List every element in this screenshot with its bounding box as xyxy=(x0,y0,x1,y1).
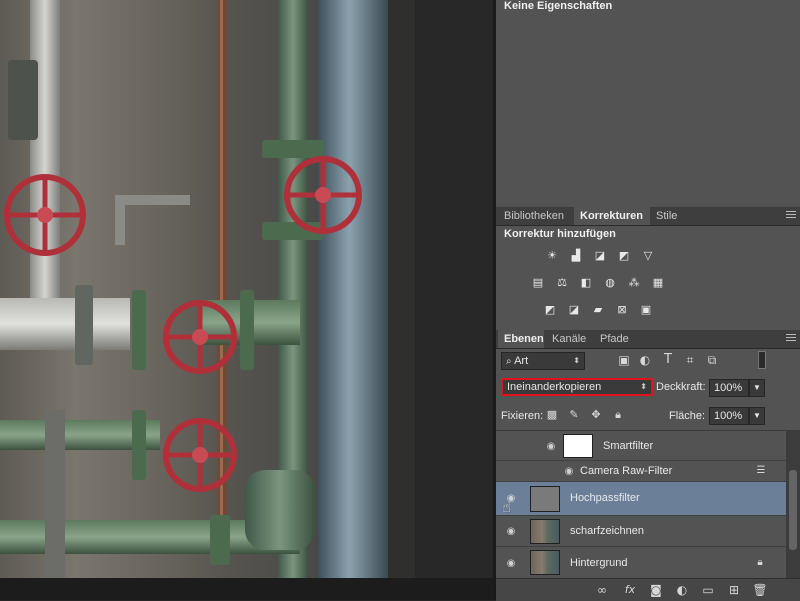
exposure-icon[interactable]: ◩ xyxy=(616,249,632,263)
black-white-icon[interactable]: ◧ xyxy=(578,276,594,290)
filter-adjustment-layers-icon[interactable]: ◐ xyxy=(637,352,653,368)
layer-thumbnail[interactable] xyxy=(530,486,560,512)
chevron-updown-icon: ⬍ xyxy=(573,356,580,365)
hand-cursor-icon: ☝ xyxy=(502,498,512,516)
channel-mixer-icon[interactable]: ⁂ xyxy=(626,276,642,290)
visibility-eye-icon[interactable]: ◉ xyxy=(562,467,576,477)
lock-label: Fixieren: xyxy=(501,410,544,422)
filter-pixel-layers-icon[interactable]: ▣ xyxy=(616,352,632,368)
lock-transparent-pixels-icon[interactable]: ▩ xyxy=(546,409,558,421)
layer-name: Smartfilter xyxy=(603,440,654,452)
opacity-dropdown-button[interactable]: ▼ xyxy=(749,379,765,397)
visibility-eye-icon[interactable]: ◉ xyxy=(544,442,558,452)
curves-icon[interactable]: ◪ xyxy=(592,249,608,263)
layer-thumbnail[interactable] xyxy=(530,519,560,544)
brightness-contrast-icon[interactable]: ☀ xyxy=(544,249,560,263)
properties-title: Keine Eigenschaften xyxy=(504,0,613,12)
levels-icon[interactable]: ▟ xyxy=(568,249,584,263)
tab-stile[interactable]: Stile xyxy=(650,207,686,225)
photo-filter-icon[interactable]: ◍ xyxy=(602,276,618,290)
smartfilter-mask-thumbnail[interactable] xyxy=(563,434,593,458)
threshold-icon[interactable]: ▰ xyxy=(590,303,606,317)
layer-row-scharfzeichnen[interactable]: ◉ scharfzeichnen xyxy=(496,516,786,547)
lock-position-icon[interactable]: ✥ xyxy=(590,409,602,421)
tab-ebenen[interactable]: Ebenen xyxy=(498,330,544,348)
fill-value: 100% xyxy=(714,410,743,422)
layers-bottom-toolbar: ∞ fx ◙ ◐ ▭ ⊞ 🗑︎ xyxy=(496,578,800,601)
posterize-icon[interactable]: ◪ xyxy=(566,303,582,317)
color-lookup-icon[interactable]: ▦ xyxy=(650,276,666,290)
lock-image-pixels-icon[interactable]: ✎ xyxy=(568,409,580,421)
blend-mode-select[interactable]: Ineinanderkopieren ⬍ xyxy=(501,378,653,396)
new-group-folder-icon[interactable]: ▭ xyxy=(700,583,716,597)
new-adjustment-layer-icon[interactable]: ◐ xyxy=(674,583,690,597)
tab-korrekturen[interactable]: Korrekturen xyxy=(574,207,650,225)
filter-type-layers-icon[interactable]: T xyxy=(660,352,676,368)
vibrance-icon[interactable]: ▤ xyxy=(530,276,546,290)
blend-mode-value: Ineinanderkopieren xyxy=(507,381,602,393)
lock-all-icon[interactable]: 🔒︎ xyxy=(612,409,624,421)
layer-style-fx-icon[interactable]: fx xyxy=(620,583,640,597)
tab-kanaele[interactable]: Kanäle xyxy=(546,330,592,348)
invert-icon[interactable]: ◩ xyxy=(542,303,558,317)
gradient-triangle-icon[interactable]: ▽ xyxy=(640,249,656,263)
layer-name: scharfzeichnen xyxy=(570,525,644,537)
layer-row-hochpassfilter[interactable]: ◉ ☝ Hochpassfilter xyxy=(496,482,786,516)
layers-panel-menu-icon[interactable] xyxy=(786,334,796,343)
layer-lock-icon: 🔒︎ xyxy=(757,557,763,568)
layers-tabbar: Ebenen Kanäle Pfade xyxy=(496,330,800,349)
delete-layer-trash-icon[interactable]: 🗑︎ xyxy=(752,583,768,597)
layer-row-smartfilter[interactable]: ◉ Smartfilter xyxy=(496,431,786,461)
adjustments-heading: Korrektur hinzufügen xyxy=(504,228,616,240)
layer-filter-kind-select[interactable]: ⌕ Art ⬍ xyxy=(501,352,585,370)
document-canvas[interactable] xyxy=(0,0,493,600)
selective-color-icon[interactable]: ⊠ xyxy=(614,303,630,317)
link-layers-icon[interactable]: ∞ xyxy=(594,583,610,597)
layers-scrollbar-thumb[interactable] xyxy=(789,470,797,550)
opacity-value: 100% xyxy=(714,382,743,394)
layer-name: Hochpassfilter xyxy=(570,492,640,504)
photo-illustration xyxy=(0,0,415,578)
fill-input[interactable]: 100% xyxy=(709,407,749,425)
layer-row-hintergrund[interactable]: ◉ Hintergrund 🔒︎ xyxy=(496,547,786,579)
filter-kind-value: Art xyxy=(514,355,529,367)
search-icon: ⌕ xyxy=(506,356,512,367)
fill-dropdown-button[interactable]: ▼ xyxy=(749,407,765,425)
properties-panel: Keine Eigenschaften xyxy=(496,0,800,207)
opacity-label: Deckkraft: xyxy=(656,381,706,393)
layers-scrollbar[interactable] xyxy=(786,430,800,578)
adjustments-content: Korrektur hinzufügen ☀ ▟ ◪ ◩ ▽ ▤ ⚖ ◧ ◍ ⁂… xyxy=(496,226,800,330)
gradient-map-icon[interactable]: ▣ xyxy=(638,303,654,317)
opacity-input[interactable]: 100% xyxy=(709,379,749,397)
filter-blending-options-icon[interactable]: ☰ xyxy=(754,465,768,477)
layers-list: ◉ Smartfilter ◉ Camera Raw-Filter ☰ ◉ ☝ … xyxy=(496,430,786,579)
color-balance-icon[interactable]: ⚖ xyxy=(554,276,570,290)
new-layer-icon[interactable]: ⊞ xyxy=(726,583,742,597)
add-mask-icon[interactable]: ◙ xyxy=(648,583,664,597)
canvas-status-strip xyxy=(0,578,493,600)
filter-smart-objects-icon[interactable]: ⧉ xyxy=(704,352,720,368)
chevron-updown-icon: ⬍ xyxy=(640,382,647,391)
layer-name: Hintergrund xyxy=(570,557,628,569)
tab-pfade[interactable]: Pfade xyxy=(594,330,638,348)
layer-thumbnail[interactable] xyxy=(530,550,560,575)
layer-row-camera-raw-filter[interactable]: ◉ Camera Raw-Filter ☰ xyxy=(496,461,786,482)
adjustments-panel-menu-icon[interactable] xyxy=(786,211,796,220)
adjustments-tabbar: Bibliotheken Korrekturen Stile xyxy=(496,207,800,226)
fill-label: Fläche: xyxy=(669,410,706,422)
filter-toggle-switch[interactable] xyxy=(758,351,766,369)
visibility-eye-icon[interactable]: ◉ xyxy=(504,559,518,569)
right-panel-dock: Keine Eigenschaften Bibliotheken Korrekt… xyxy=(496,0,800,601)
layer-name: Camera Raw-Filter xyxy=(580,465,673,477)
tab-bibliotheken[interactable]: Bibliotheken xyxy=(498,207,574,225)
visibility-eye-icon[interactable]: ◉ xyxy=(504,527,518,537)
filter-shape-layers-icon[interactable]: ⌗ xyxy=(682,352,698,368)
photo-industrial-pipes xyxy=(0,0,415,578)
